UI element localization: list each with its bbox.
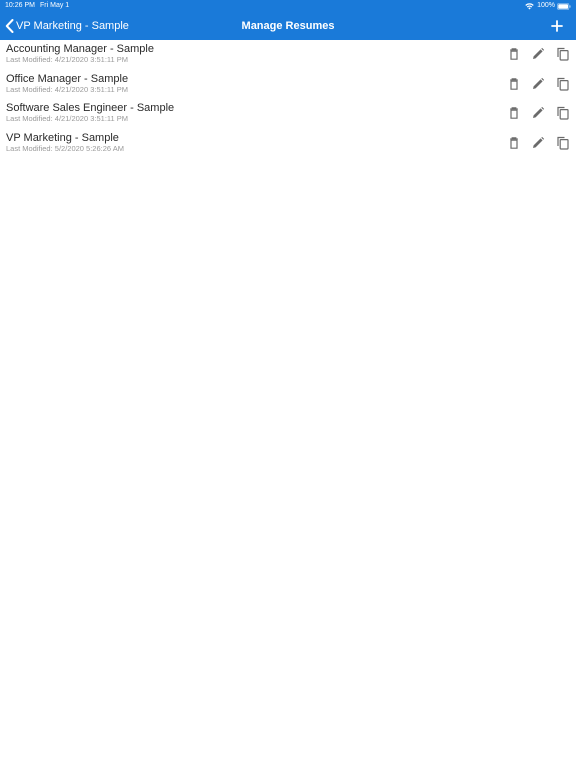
trash-icon: [510, 136, 518, 149]
app-header: 10:26 PM Fri May 1 100% VP Marketing - S…: [0, 0, 576, 40]
wifi-icon: [525, 2, 534, 9]
copy-button[interactable]: [556, 106, 570, 120]
copy-button[interactable]: [556, 136, 570, 150]
battery-percent: 100%: [537, 2, 555, 9]
pencil-icon: [533, 106, 545, 118]
back-button-label: VP Marketing - Sample: [16, 20, 129, 32]
pencil-icon: [533, 47, 545, 59]
copy-icon: [557, 136, 569, 150]
copy-button[interactable]: [556, 77, 570, 91]
plus-icon: [551, 20, 563, 32]
resume-last-modified: Last Modified: 4/21/2020 3:51:11 PM: [6, 84, 129, 94]
edit-button[interactable]: [531, 47, 545, 61]
resume-last-modified: Last Modified: 4/21/2020 3:51:11 PM: [6, 55, 129, 64]
trash-icon: [510, 107, 518, 119]
delete-button[interactable]: [507, 106, 521, 120]
battery-icon: [557, 2, 571, 10]
back-button[interactable]: VP Marketing - Sample: [5, 17, 129, 35]
edit-button[interactable]: [531, 77, 545, 91]
resume-list-item[interactable]: Software Sales Engineer - Sample Last Mo…: [0, 99, 576, 129]
resume-list-item[interactable]: Office Manager - Sample Last Modified: 4…: [0, 70, 576, 100]
status-date: Fri May 1: [40, 2, 70, 9]
add-resume-button[interactable]: [549, 18, 565, 34]
copy-icon: [557, 106, 569, 120]
status-indicators: 100%: [525, 0, 571, 12]
delete-button[interactable]: [507, 136, 521, 150]
delete-button[interactable]: [507, 77, 521, 91]
resume-list: Accounting Manager - Sample Last Modifie…: [0, 40, 576, 158]
resume-list-item[interactable]: Accounting Manager - Sample Last Modifie…: [0, 40, 576, 70]
pencil-icon: [533, 77, 545, 89]
copy-button[interactable]: [556, 47, 570, 61]
status-bar: 10:26 PM Fri May 1 100%: [0, 0, 576, 12]
edit-button[interactable]: [531, 106, 545, 120]
resume-last-modified: Last Modified: 5/2/2020 5:26:26 AM: [6, 143, 124, 153]
edit-button[interactable]: [531, 136, 545, 150]
page-title: Manage Resumes: [241, 20, 335, 32]
trash-icon: [510, 77, 518, 90]
copy-icon: [557, 47, 569, 61]
resume-last-modified: Last Modified: 4/21/2020 3:51:11 PM: [6, 114, 129, 123]
delete-button[interactable]: [507, 47, 521, 61]
chevron-left-icon: [5, 19, 14, 33]
copy-icon: [557, 77, 569, 91]
resume-list-item[interactable]: VP Marketing - Sample Last Modified: 5/2…: [0, 129, 576, 159]
status-time: 10:26 PM: [5, 2, 35, 9]
trash-icon: [510, 48, 518, 60]
pencil-icon: [533, 136, 545, 148]
navigation-bar: VP Marketing - Sample Manage Resumes: [0, 12, 576, 40]
